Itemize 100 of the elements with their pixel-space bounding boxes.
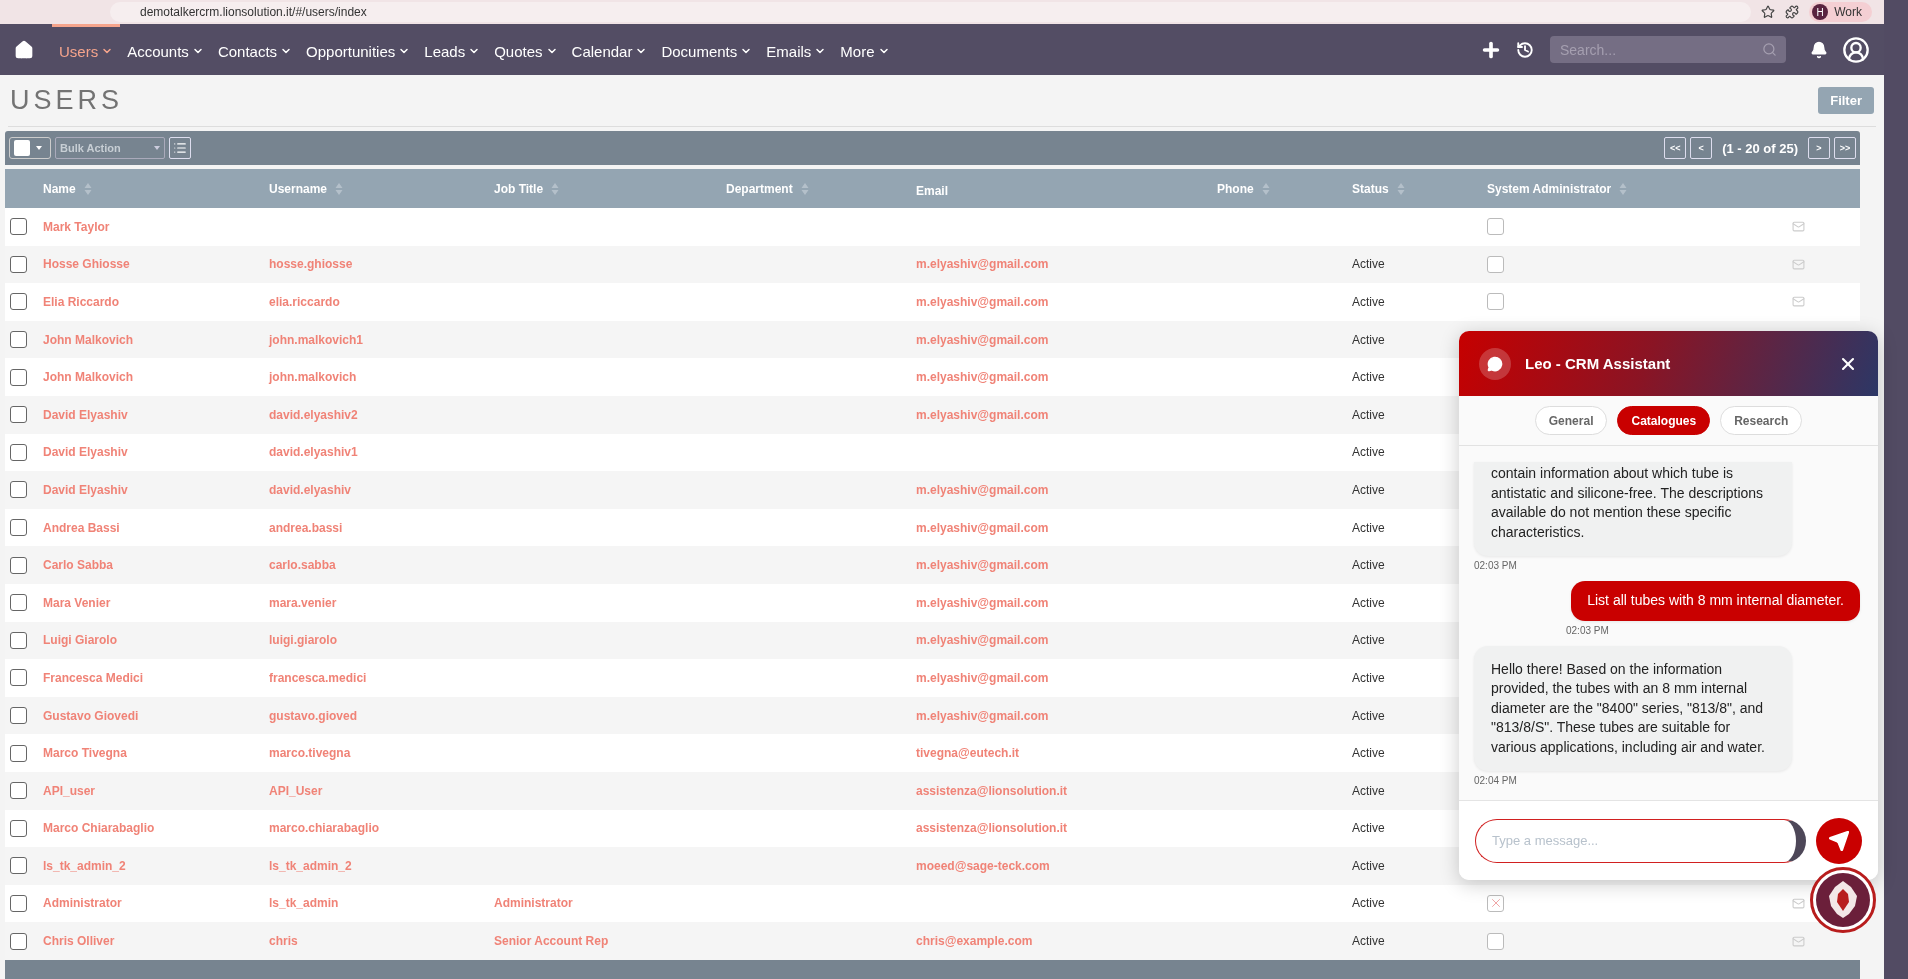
table-link[interactable]: m.elyashiv@gmail.com bbox=[916, 482, 1049, 497]
status-cell: Active bbox=[1352, 896, 1385, 911]
table-link[interactable]: m.elyashiv@gmail.com bbox=[916, 370, 1049, 385]
table-link[interactable]: francesca.medici bbox=[269, 670, 367, 685]
table-link[interactable]: Chris Olliver bbox=[43, 934, 115, 949]
table-link[interactable]: marco.chiarabaglio bbox=[269, 821, 380, 836]
table-link[interactable]: David Elyashiv bbox=[43, 482, 128, 497]
status-cell: Active bbox=[1352, 934, 1385, 949]
column-header[interactable]: Phone bbox=[1217, 181, 1352, 196]
next-page-button[interactable]: > bbox=[1808, 137, 1830, 159]
table-link[interactable]: John Malkovich bbox=[43, 370, 134, 385]
table-link[interactable]: chris@example.com bbox=[916, 934, 1033, 949]
table-link[interactable]: API_User bbox=[269, 783, 323, 798]
table-link[interactable]: Senior Account Rep bbox=[494, 934, 609, 949]
status-cell: Active bbox=[1352, 633, 1385, 648]
nav-menu-item[interactable]: Contacts bbox=[210, 24, 300, 75]
table-link[interactable]: Gustavo Giovedi bbox=[43, 708, 139, 723]
table-link[interactable]: chris bbox=[269, 934, 298, 949]
status-cell: Active bbox=[1352, 445, 1385, 460]
table-link[interactable]: David Elyashiv bbox=[43, 445, 128, 460]
status-cell: Active bbox=[1352, 708, 1385, 723]
table-link[interactable]: assistenza@lionsolution.it bbox=[916, 821, 1068, 836]
status-cell: Active bbox=[1352, 783, 1385, 798]
chat-tab[interactable]: Research bbox=[1720, 406, 1803, 435]
page-range: (1 - 20 of 25) bbox=[1721, 140, 1799, 156]
table-link[interactable]: John Malkovich bbox=[43, 332, 134, 347]
column-header[interactable]: Username bbox=[269, 181, 494, 196]
column-header[interactable]: System Administrator bbox=[1487, 181, 1860, 196]
table-link[interactable]: gustavo.gioved bbox=[269, 708, 357, 723]
column-header[interactable]: Name bbox=[43, 181, 269, 196]
table-link[interactable]: ls_tk_admin_2 bbox=[269, 858, 352, 873]
table-link[interactable]: hosse.ghiosse bbox=[269, 257, 353, 272]
last-page-button[interactable]: >> bbox=[1834, 137, 1856, 159]
table-link[interactable]: Mark Taylor bbox=[43, 219, 110, 234]
nav-menu-item[interactable]: Documents bbox=[654, 24, 760, 75]
column-header[interactable]: Email bbox=[916, 179, 1217, 198]
profile-button[interactable]: H Work bbox=[1809, 2, 1872, 22]
table-link[interactable]: m.elyashiv@gmail.com bbox=[916, 708, 1049, 723]
table-link[interactable]: Carlo Sabba bbox=[43, 558, 114, 573]
column-header[interactable]: Job Title bbox=[494, 181, 726, 196]
table-link[interactable]: Marco Tivegna bbox=[43, 746, 127, 761]
status-cell: Active bbox=[1352, 746, 1385, 761]
address-bar[interactable]: demotalkercrm.lionsolution.it/#/users/index bbox=[110, 2, 1752, 22]
status-cell: Active bbox=[1352, 332, 1385, 347]
status-cell: Active bbox=[1352, 407, 1385, 422]
table-link[interactable]: john.malkovich bbox=[269, 370, 357, 385]
table-link[interactable]: m.elyashiv@gmail.com bbox=[916, 633, 1049, 648]
table-link[interactable]: marco.tivegna bbox=[269, 746, 351, 761]
nav-menu-item[interactable]: Emails bbox=[759, 24, 834, 75]
previous-page-button[interactable]: < bbox=[1690, 137, 1713, 159]
table-link[interactable]: david.elyashiv2 bbox=[269, 407, 358, 422]
table-link[interactable]: carlo.sabba bbox=[269, 558, 336, 573]
table-link[interactable]: David Elyashiv bbox=[43, 407, 128, 422]
table-link[interactable]: mara.venier bbox=[269, 595, 337, 610]
table-link[interactable]: Mara Venier bbox=[43, 595, 111, 610]
assistant-message: contain information about which tube is antistatic and silicone-free. The descriptions available do not mention these specific characteristics. bbox=[1474, 462, 1792, 556]
nav-menu-item[interactable]: Accounts bbox=[120, 24, 211, 75]
column-header[interactable]: Status bbox=[1352, 181, 1487, 196]
column-header[interactable]: Department bbox=[726, 181, 916, 196]
table-link[interactable]: moeed@sage-teck.com bbox=[916, 858, 1050, 873]
table-link[interactable]: david.elyashiv1 bbox=[269, 445, 358, 460]
nav-menu-item[interactable]: Quotes bbox=[487, 24, 565, 75]
chat-title: Leo - CRM Assistant bbox=[1525, 355, 1672, 372]
nav-menu-item[interactable]: Opportunities bbox=[299, 24, 418, 75]
table-link[interactable]: Administrator bbox=[43, 896, 122, 911]
table-link[interactable]: ls_tk_admin_2 bbox=[43, 858, 126, 873]
filter-button[interactable]: Filter bbox=[1818, 87, 1874, 114]
table-link[interactable]: m.elyashiv@gmail.com bbox=[916, 520, 1049, 535]
first-page-button[interactable]: << bbox=[1664, 137, 1687, 159]
table-link[interactable]: Andrea Bassi bbox=[43, 520, 120, 535]
table-link[interactable]: m.elyashiv@gmail.com bbox=[916, 332, 1049, 347]
table-link[interactable]: Hosse Ghiosse bbox=[43, 257, 130, 272]
table-link[interactable]: andrea.bassi bbox=[269, 520, 343, 535]
nav-menu-item[interactable]: Users bbox=[52, 24, 121, 75]
chat-tab[interactable]: General bbox=[1534, 406, 1608, 435]
table-link[interactable]: Elia Riccardo bbox=[43, 295, 120, 309]
table-link[interactable]: Luigi Giarolo bbox=[43, 633, 117, 648]
chat-tab[interactable]: Catalogues bbox=[1617, 406, 1711, 435]
table-link[interactable]: Francesca Medici bbox=[43, 670, 144, 685]
table-link[interactable]: m.elyashiv@gmail.com bbox=[916, 257, 1049, 272]
nav-menu-item[interactable]: Calendar bbox=[564, 24, 655, 75]
table-link[interactable]: david.elyashiv bbox=[269, 482, 352, 497]
table-link[interactable]: john.malkovich1 bbox=[269, 332, 364, 347]
nav-menu-item[interactable]: More bbox=[833, 24, 897, 75]
table-link[interactable]: assistenza@lionsolution.it bbox=[916, 783, 1068, 798]
table-link[interactable]: m.elyashiv@gmail.com bbox=[916, 558, 1049, 573]
table-link[interactable]: m.elyashiv@gmail.com bbox=[916, 295, 1049, 309]
table-link[interactable]: m.elyashiv@gmail.com bbox=[916, 407, 1049, 422]
table-link[interactable]: m.elyashiv@gmail.com bbox=[916, 595, 1049, 610]
table-link[interactable]: Marco Chiarabaglio bbox=[43, 821, 155, 836]
table-link[interactable]: ls_tk_admin bbox=[269, 896, 339, 911]
table-link[interactable]: elia.riccardo bbox=[269, 295, 340, 309]
nav-menu-item[interactable]: Leads bbox=[417, 24, 488, 75]
table-link[interactable]: m.elyashiv@gmail.com bbox=[916, 670, 1049, 685]
table-link[interactable]: luigi.giarolo bbox=[269, 633, 337, 648]
message-input[interactable]: Type a message... bbox=[1475, 818, 1806, 863]
table-link[interactable]: API_user bbox=[43, 783, 96, 798]
bulk-action-dropdown[interactable]: Bulk Action bbox=[55, 137, 165, 159]
table-link[interactable]: Administrator bbox=[494, 896, 573, 911]
table-link[interactable]: tivegna@eutech.it bbox=[916, 746, 1020, 761]
